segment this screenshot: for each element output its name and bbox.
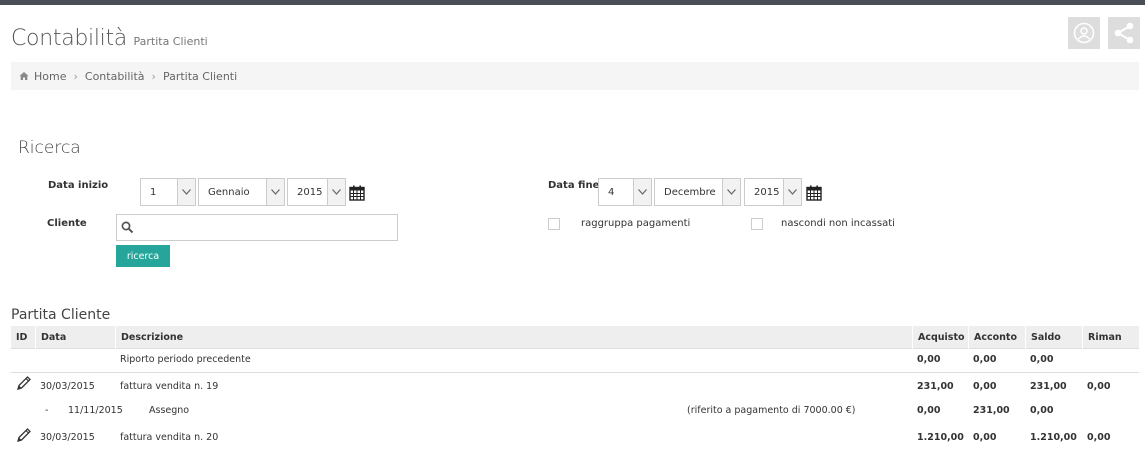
start-year-select[interactable]: 2015 — [287, 178, 346, 206]
chevron-down-icon — [633, 179, 651, 205]
user-button[interactable] — [1068, 17, 1100, 49]
table-title: Partita Cliente — [11, 307, 111, 323]
table-row: Riporto periodo precedente 0,00 0,00 0,0… — [11, 349, 1139, 373]
row-note: (riferito a pagamento di 7000.00 €) — [687, 405, 856, 416]
page-subtitle: Partita Clienti — [133, 35, 208, 48]
row-saldo: 0,00 — [1030, 354, 1054, 365]
breadcrumb-home[interactable]: Home — [34, 70, 66, 83]
col-id[interactable]: ID — [11, 326, 35, 349]
col-acconto[interactable]: Acconto — [968, 326, 1025, 349]
group-payments-label: raggruppa pagamenti — [581, 218, 691, 229]
row-description: fattura vendita n. 20 — [120, 432, 219, 443]
row-acquisto: 231,00 — [917, 381, 954, 392]
start-calendar-icon[interactable] — [349, 185, 365, 201]
share-button[interactable] — [1108, 17, 1140, 49]
client-search-input[interactable] — [116, 214, 398, 241]
table-row: 30/03/2015 fattura vendita n. 19 231,00 … — [11, 373, 1139, 400]
start-date-label: Data inizio — [48, 180, 109, 191]
user-circle-icon — [1073, 22, 1095, 44]
row-acquisto: 0,00 — [917, 405, 941, 416]
row-date: 11/11/2015 — [68, 405, 123, 416]
breadcrumb-separator: › — [151, 69, 156, 83]
end-date-label: Data fine — [548, 180, 600, 191]
col-acquisto[interactable]: Acquisto — [912, 326, 968, 349]
row-date: 30/03/2015 — [40, 432, 95, 443]
chevron-down-icon — [177, 179, 195, 205]
row-description: fattura vendita n. 19 — [120, 381, 219, 392]
table-row: 30/03/2015 fattura vendita n. 20 1.210,0… — [11, 424, 1139, 452]
chevron-down-icon — [783, 179, 801, 205]
page-title: Contabilità Partita Clienti — [11, 26, 208, 51]
search-button[interactable]: ricerca — [116, 245, 170, 267]
end-calendar-icon[interactable] — [806, 185, 822, 201]
row-description: Assegno — [149, 405, 190, 416]
row-riman: 0,00 — [1087, 381, 1111, 392]
end-year-select[interactable]: 2015 — [744, 178, 802, 206]
col-descrizione[interactable]: Descrizione — [115, 326, 912, 349]
row-riman: 0,00 — [1087, 432, 1111, 443]
start-day-select[interactable]: 1 — [140, 178, 196, 206]
partita-cliente-table: ID Data Descrizione Acquisto Acconto Sal… — [11, 326, 1139, 452]
row-acquisto: 1.210,00 — [917, 432, 964, 443]
table-header: ID Data Descrizione Acquisto Acconto Sal… — [11, 326, 1139, 349]
end-year-value: 2015 — [754, 186, 780, 198]
row-saldo: 0,00 — [1030, 405, 1054, 416]
search-section-title: Ricerca — [18, 138, 81, 158]
row-saldo: 1.210,00 — [1030, 432, 1077, 443]
chevron-down-icon — [722, 179, 740, 205]
client-label: Cliente — [47, 218, 87, 229]
row-acconto: 0,00 — [973, 354, 997, 365]
row-acconto: 231,00 — [973, 405, 1010, 416]
search-icon — [121, 221, 134, 234]
home-icon — [19, 72, 29, 80]
row-date: 30/03/2015 — [40, 381, 95, 392]
table-row-payment: - 11/11/2015 Assegno (riferito a pagamen… — [11, 400, 1139, 424]
start-month-select[interactable]: Gennaio — [198, 178, 285, 206]
breadcrumb-current: Partita Clienti — [162, 69, 238, 83]
start-month-value: Gennaio — [208, 186, 250, 198]
end-month-select[interactable]: Decembre — [654, 178, 741, 206]
breadcrumb-separator: › — [73, 69, 78, 83]
row-acquisto: 0,00 — [917, 354, 941, 365]
col-saldo[interactable]: Saldo — [1025, 326, 1082, 349]
breadcrumb-contabilita[interactable]: Contabilità — [85, 70, 145, 83]
pencil-icon[interactable] — [16, 375, 32, 391]
hide-uncollected-checkbox[interactable] — [751, 218, 763, 230]
start-day-value: 1 — [150, 186, 157, 198]
chevron-down-icon — [327, 179, 345, 205]
end-day-value: 4 — [608, 186, 615, 198]
row-dash: - — [45, 405, 49, 416]
row-saldo: 231,00 — [1030, 381, 1067, 392]
end-day-select[interactable]: 4 — [598, 178, 652, 206]
chevron-down-icon — [266, 179, 284, 205]
start-year-value: 2015 — [297, 186, 323, 198]
hide-uncollected-label: nascondi non incassati — [781, 218, 895, 229]
end-month-value: Decembre — [664, 186, 716, 198]
row-acconto: 0,00 — [973, 381, 997, 392]
pencil-icon[interactable] — [16, 427, 32, 443]
share-icon — [1114, 22, 1134, 44]
group-payments-checkbox[interactable] — [548, 218, 560, 230]
row-description: Riporto periodo precedente — [120, 354, 251, 365]
page-title-main: Contabilità — [11, 26, 127, 51]
col-data[interactable]: Data — [35, 326, 115, 349]
col-riman[interactable]: Riman — [1082, 326, 1139, 349]
row-acconto: 0,00 — [973, 432, 997, 443]
top-bar — [0, 0, 1145, 5]
breadcrumb: Home › Contabilità › Partita Clienti — [11, 62, 1139, 90]
